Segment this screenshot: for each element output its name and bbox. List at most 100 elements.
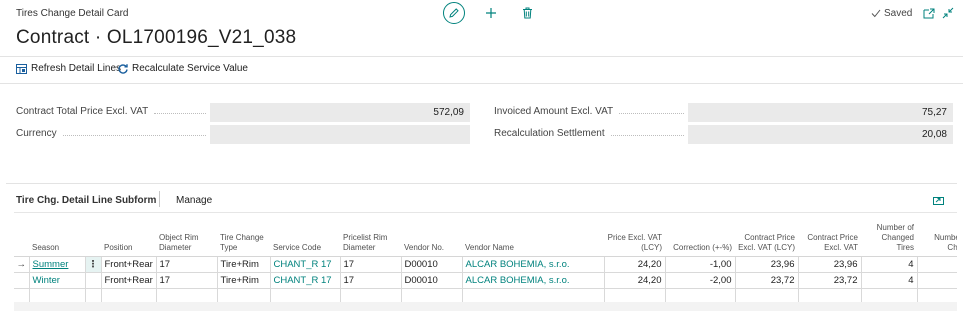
grid-header-row: Season Position Object Rim Diameter Tire… [14, 213, 957, 257]
col-marker [14, 213, 29, 257]
row-menu-cell[interactable] [84, 271, 102, 289]
price-excl-vat-cell[interactable]: 24,20 [603, 255, 666, 273]
position-cell[interactable]: Front+Rear [100, 255, 157, 273]
col-number-changed-tires[interactable]: Number of Changed Tires [861, 213, 917, 257]
vendor-name-cell[interactable]: ALCAR BOHEMIA, s.r.o. [461, 255, 605, 273]
price-excl-vat-cell[interactable]: 24,20 [603, 271, 666, 289]
invoiced-amount-label: Invoiced Amount Excl. VAT [494, 106, 684, 117]
share-button[interactable] [931, 194, 945, 206]
recalculation-settlement-field: 20,08 [688, 125, 953, 144]
refresh-lines-icon [16, 63, 27, 74]
current-row-arrow-icon: → [14, 255, 30, 273]
col-price-excl-vat[interactable]: Price Excl. VAT (LCY) [604, 213, 665, 257]
col-contract-price-lcy[interactable]: Contract Price Excl. VAT (LCY) [735, 213, 798, 257]
col-vendor-name[interactable]: Vendor Name [462, 213, 604, 257]
currency-label: Currency [16, 128, 206, 139]
col-correction[interactable]: Correction (+-%) [665, 213, 735, 257]
check-icon [871, 9, 881, 18]
pricelist-rim-diameter-cell[interactable]: 17 [339, 271, 402, 289]
saved-indicator: Saved [871, 8, 912, 19]
season-cell[interactable]: Summer [28, 255, 86, 273]
currency-caption: Currency [16, 128, 57, 139]
grid-scroll-area[interactable] [14, 302, 957, 311]
plus-icon [486, 8, 496, 18]
trash-icon [522, 7, 532, 19]
action-bar: Refresh Detail Lines Recalculate Service… [0, 56, 963, 84]
row-marker [14, 271, 30, 289]
vendor-no-cell[interactable]: D00010 [400, 255, 463, 273]
dotted-leader [154, 113, 206, 114]
service-code-cell[interactable]: CHANT_R 17 [269, 271, 341, 289]
dotted-leader [619, 113, 684, 114]
service-code-cell[interactable]: CHANT_R 17 [269, 255, 341, 273]
contract-total-price-field: 572,09 [210, 103, 470, 122]
dotted-leader [610, 135, 684, 136]
page-title: Contract · OL1700196_V21_038 [16, 27, 297, 48]
table-row[interactable]: Winter Front+Rear 17 Tire+Rim CHANT_R 17… [14, 271, 957, 289]
row-actions-icon[interactable]: ⋮ [84, 255, 102, 273]
page-caption: Tires Change Detail Card [16, 8, 129, 19]
col-object-rim-diameter[interactable]: Object Rim Diameter [156, 213, 217, 257]
open-in-new-window-button[interactable] [921, 5, 937, 21]
correction-cell[interactable]: -2,00 [664, 271, 736, 289]
tire-change-type-cell[interactable]: Tire+Rim [216, 271, 271, 289]
col-tire-change-type[interactable]: Tire Change Type [217, 213, 270, 257]
col-service-code[interactable]: Service Code [270, 213, 340, 257]
subform-divider [6, 183, 957, 184]
share-icon [932, 196, 944, 205]
detail-lines-grid: Season Position Object Rim Diameter Tire… [14, 212, 957, 311]
contract-price-cell[interactable]: 23,72 [797, 271, 862, 289]
refresh-icon [118, 63, 128, 74]
manage-menu[interactable]: Manage [176, 195, 212, 206]
number-changed-tires-cell[interactable]: 4 [860, 271, 918, 289]
object-rim-diameter-cell[interactable]: 17 [155, 271, 218, 289]
open-new-window-icon [923, 8, 935, 18]
recalculation-settlement-caption: Recalculation Settlement [494, 128, 605, 139]
contract-price-lcy-cell[interactable]: 23,72 [734, 271, 799, 289]
number-ti-cell[interactable] [916, 271, 957, 289]
season-cell[interactable]: Winter [28, 271, 86, 289]
saved-label: Saved [884, 8, 913, 19]
number-ti-cell[interactable] [916, 255, 957, 273]
tire-change-type-cell[interactable]: Tire+Rim [216, 255, 271, 273]
pricelist-rim-diameter-cell[interactable]: 17 [339, 255, 402, 273]
contract-total-price-label: Contract Total Price Excl. VAT [16, 106, 206, 117]
collapse-icon [942, 7, 954, 19]
contract-price-lcy-cell[interactable]: 23,96 [734, 255, 799, 273]
refresh-detail-lines-action[interactable]: Refresh Detail Lines [16, 63, 121, 74]
collapse-button[interactable] [940, 5, 956, 21]
position-cell[interactable]: Front+Rear [100, 271, 157, 289]
col-season[interactable]: Season [29, 213, 85, 257]
contract-price-cell[interactable]: 23,96 [797, 255, 862, 273]
col-pricelist-rim-diameter[interactable]: Pricelist Rim Diameter [340, 213, 401, 257]
col-vendor-no[interactable]: Vendor No. [401, 213, 462, 257]
table-row[interactable]: → Summer ⋮ Front+Rear 17 Tire+Rim CHANT_… [14, 255, 957, 273]
season-link[interactable]: Winter [33, 275, 60, 286]
invoiced-amount-field: 75,27 [688, 103, 953, 122]
vendor-no-cell[interactable]: D00010 [400, 271, 463, 289]
recalculate-service-value-action[interactable]: Recalculate Service Value [118, 63, 248, 74]
vendor-name-cell[interactable]: ALCAR BOHEMIA, s.r.o. [461, 271, 605, 289]
object-rim-diameter-cell[interactable]: 17 [155, 255, 218, 273]
delete-button[interactable] [519, 4, 535, 22]
invoiced-amount-caption: Invoiced Amount Excl. VAT [494, 106, 614, 117]
col-number-ti[interactable]: Number Ti Chang [917, 213, 957, 257]
edit-button[interactable] [443, 2, 465, 24]
number-changed-tires-cell[interactable]: 4 [860, 255, 918, 273]
detail-lines-table: Season Position Object Rim Diameter Tire… [14, 213, 957, 305]
season-link[interactable]: Summer [33, 259, 69, 270]
subform-separator [159, 191, 160, 207]
col-contract-price[interactable]: Contract Price Excl. VAT [798, 213, 861, 257]
recalculation-settlement-label: Recalculation Settlement [494, 128, 684, 139]
pencil-icon [449, 8, 459, 18]
correction-cell[interactable]: -1,00 [664, 255, 736, 273]
recalculate-service-value-label: Recalculate Service Value [132, 63, 248, 74]
dotted-leader [62, 135, 206, 136]
currency-field [210, 125, 470, 144]
col-position[interactable]: Position [101, 213, 156, 257]
contract-total-price-caption: Contract Total Price Excl. VAT [16, 106, 149, 117]
col-menu [85, 213, 101, 257]
subform-title[interactable]: Tire Chg. Detail Line Subform [16, 195, 156, 206]
refresh-detail-lines-label: Refresh Detail Lines [31, 63, 122, 74]
new-button[interactable] [483, 4, 499, 22]
